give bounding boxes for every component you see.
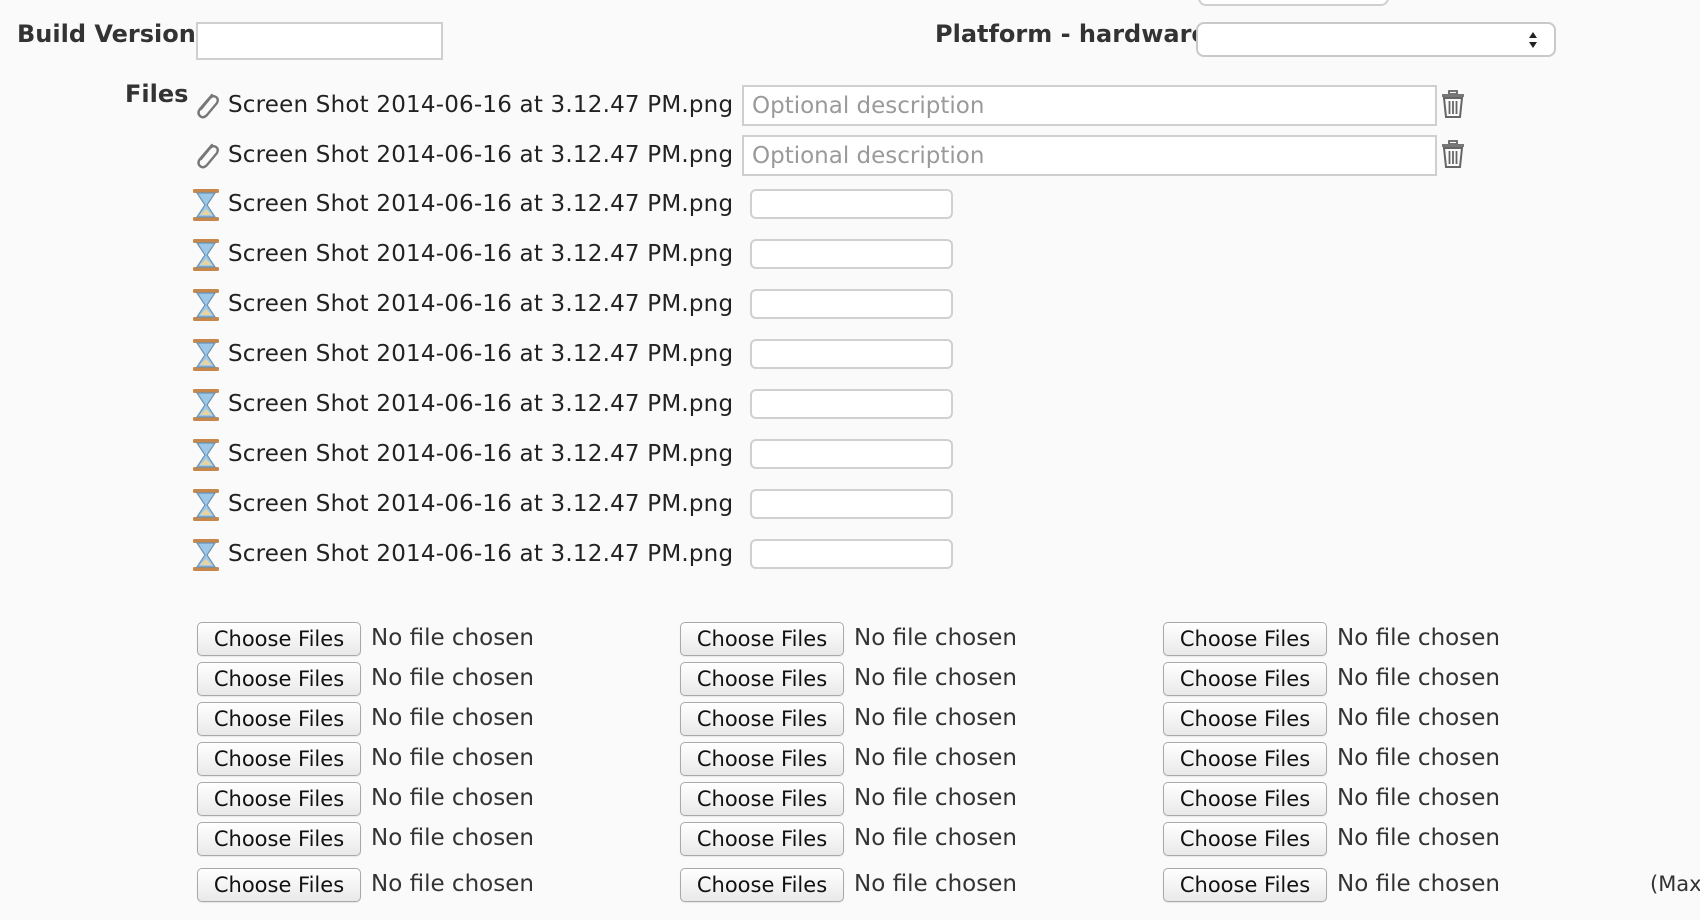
file-name: Screen Shot 2014-06-16 at 3.12.47 PM.png <box>228 341 734 367</box>
file-description-placeholder-box[interactable] <box>750 339 953 369</box>
file-status-text: No file chosen <box>854 825 1017 851</box>
choose-files-button[interactable]: Choose Files <box>197 822 361 856</box>
file-description-input[interactable] <box>742 135 1437 176</box>
choose-files-button[interactable]: Choose Files <box>1163 742 1327 776</box>
file-status-text: No file chosen <box>1337 871 1500 897</box>
file-status-text: No file chosen <box>1337 705 1500 731</box>
choose-files-button[interactable]: Choose Files <box>197 782 361 816</box>
file-status-text: No file chosen <box>854 625 1017 651</box>
uploading-file-row: Screen Shot 2014-06-16 at 3.12.47 PM.png <box>190 234 733 274</box>
file-status-text: No file chosen <box>371 625 534 651</box>
hourglass-icon <box>190 238 222 272</box>
file-description-placeholder-box[interactable] <box>750 539 953 569</box>
file-name: Screen Shot 2014-06-16 at 3.12.47 PM.png <box>228 541 734 567</box>
choose-files-button[interactable]: Choose Files <box>1163 868 1327 902</box>
updown-arrows-icon <box>1529 32 1537 48</box>
hourglass-icon <box>190 438 222 472</box>
choose-files-button[interactable]: Choose Files <box>680 622 844 656</box>
file-name: Screen Shot 2014-06-16 at 3.12.47 PM.png <box>228 191 734 217</box>
file-name: Screen Shot 2014-06-16 at 3.12.47 PM.png <box>228 241 734 267</box>
file-status-text: No file chosen <box>371 785 534 811</box>
file-name: Screen Shot 2014-06-16 at 3.12.47 PM.png <box>228 491 734 517</box>
file-status-text: No file chosen <box>371 705 534 731</box>
uploading-file-row: Screen Shot 2014-06-16 at 3.12.47 PM.png <box>190 434 733 474</box>
platform-hardware-select[interactable] <box>1196 22 1556 57</box>
file-name: Screen Shot 2014-06-16 at 3.12.47 PM.png <box>228 142 734 168</box>
attached-file-row: Screen Shot 2014-06-16 at 3.12.47 PM.png <box>190 135 733 175</box>
choose-files-button[interactable]: Choose Files <box>680 662 844 696</box>
choose-files-button[interactable]: Choose Files <box>1163 622 1327 656</box>
hourglass-icon <box>190 188 222 222</box>
build-version-label: Build Version <box>17 20 196 48</box>
file-status-text: No file chosen <box>1337 665 1500 691</box>
paperclip-icon <box>190 139 222 173</box>
choose-files-button[interactable]: Choose Files <box>1163 782 1327 816</box>
hourglass-icon <box>190 288 222 322</box>
uploading-file-row: Screen Shot 2014-06-16 at 3.12.47 PM.png <box>190 184 733 224</box>
hourglass-icon <box>190 488 222 522</box>
file-status-text: No file chosen <box>854 745 1017 771</box>
file-status-text: No file chosen <box>1337 745 1500 771</box>
platform-hardware-label: Platform - hardware <box>935 20 1208 48</box>
choose-files-button[interactable]: Choose Files <box>680 742 844 776</box>
uploading-file-row: Screen Shot 2014-06-16 at 3.12.47 PM.png <box>190 384 733 424</box>
file-status-text: No file chosen <box>371 745 534 771</box>
platform-software-select[interactable] <box>1198 0 1389 6</box>
file-status-text: No file chosen <box>1337 825 1500 851</box>
choose-files-button[interactable]: Choose Files <box>197 702 361 736</box>
choose-files-button[interactable]: Choose Files <box>197 868 361 902</box>
uploading-file-row: Screen Shot 2014-06-16 at 3.12.47 PM.png <box>190 334 733 374</box>
choose-files-button[interactable]: Choose Files <box>197 662 361 696</box>
file-name: Screen Shot 2014-06-16 at 3.12.47 PM.png <box>228 92 734 118</box>
choose-files-button[interactable]: Choose Files <box>1163 822 1327 856</box>
hourglass-icon <box>190 538 222 572</box>
attached-file-row: Screen Shot 2014-06-16 at 3.12.47 PM.png <box>190 85 733 125</box>
file-name: Screen Shot 2014-06-16 at 3.12.47 PM.png <box>228 441 734 467</box>
file-status-text: No file chosen <box>1337 625 1500 651</box>
uploading-file-row: Screen Shot 2014-06-16 at 3.12.47 PM.png <box>190 534 733 574</box>
choose-files-button[interactable]: Choose Files <box>680 702 844 736</box>
paperclip-icon <box>190 89 222 123</box>
choose-files-button[interactable]: Choose Files <box>197 742 361 776</box>
file-status-text: No file chosen <box>371 665 534 691</box>
file-description-placeholder-box[interactable] <box>750 439 953 469</box>
file-status-text: No file chosen <box>854 785 1017 811</box>
hourglass-icon <box>190 388 222 422</box>
build-version-input[interactable] <box>196 22 443 60</box>
max-note: (Maxi <box>1650 872 1700 896</box>
file-status-text: No file chosen <box>854 871 1017 897</box>
file-status-text: No file chosen <box>1337 785 1500 811</box>
choose-files-button[interactable]: Choose Files <box>197 622 361 656</box>
hourglass-icon <box>190 338 222 372</box>
files-label: Files <box>125 80 189 108</box>
file-description-input[interactable] <box>742 85 1437 126</box>
file-name: Screen Shot 2014-06-16 at 3.12.47 PM.png <box>228 391 734 417</box>
trash-icon[interactable] <box>1440 90 1466 118</box>
file-description-placeholder-box[interactable] <box>750 289 953 319</box>
file-description-placeholder-box[interactable] <box>750 239 953 269</box>
file-status-text: No file chosen <box>371 825 534 851</box>
file-description-placeholder-box[interactable] <box>750 389 953 419</box>
choose-files-button[interactable]: Choose Files <box>1163 662 1327 696</box>
choose-files-button[interactable]: Choose Files <box>680 822 844 856</box>
choose-files-button[interactable]: Choose Files <box>1163 702 1327 736</box>
file-status-text: No file chosen <box>371 871 534 897</box>
file-description-placeholder-box[interactable] <box>750 489 953 519</box>
trash-icon[interactable] <box>1440 140 1466 168</box>
file-name: Screen Shot 2014-06-16 at 3.12.47 PM.png <box>228 291 734 317</box>
file-status-text: No file chosen <box>854 665 1017 691</box>
file-description-placeholder-box[interactable] <box>750 189 953 219</box>
uploading-file-row: Screen Shot 2014-06-16 at 3.12.47 PM.png <box>190 484 733 524</box>
choose-files-button[interactable]: Choose Files <box>680 868 844 902</box>
choose-files-button[interactable]: Choose Files <box>680 782 844 816</box>
file-status-text: No file chosen <box>854 705 1017 731</box>
uploading-file-row: Screen Shot 2014-06-16 at 3.12.47 PM.png <box>190 284 733 324</box>
